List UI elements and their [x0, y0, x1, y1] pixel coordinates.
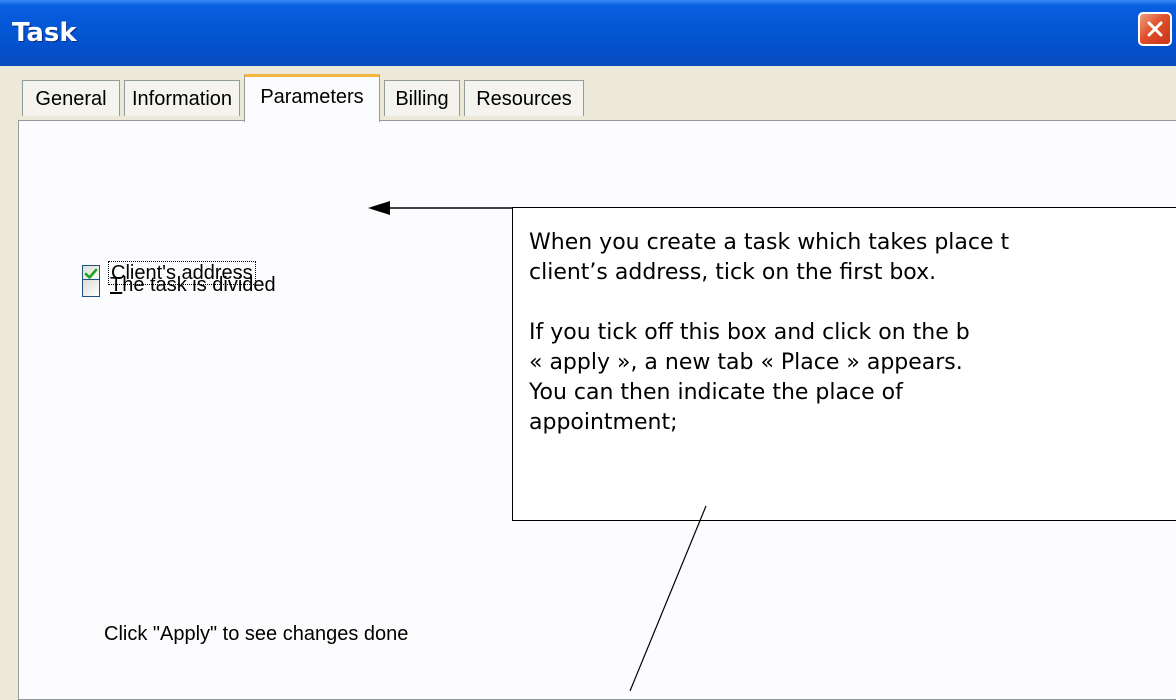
annotation-arrows: [368, 201, 707, 691]
pointer-line: [629, 505, 707, 691]
tab-parameters[interactable]: Parameters: [244, 74, 380, 122]
arrow-left-icon: [368, 201, 390, 215]
